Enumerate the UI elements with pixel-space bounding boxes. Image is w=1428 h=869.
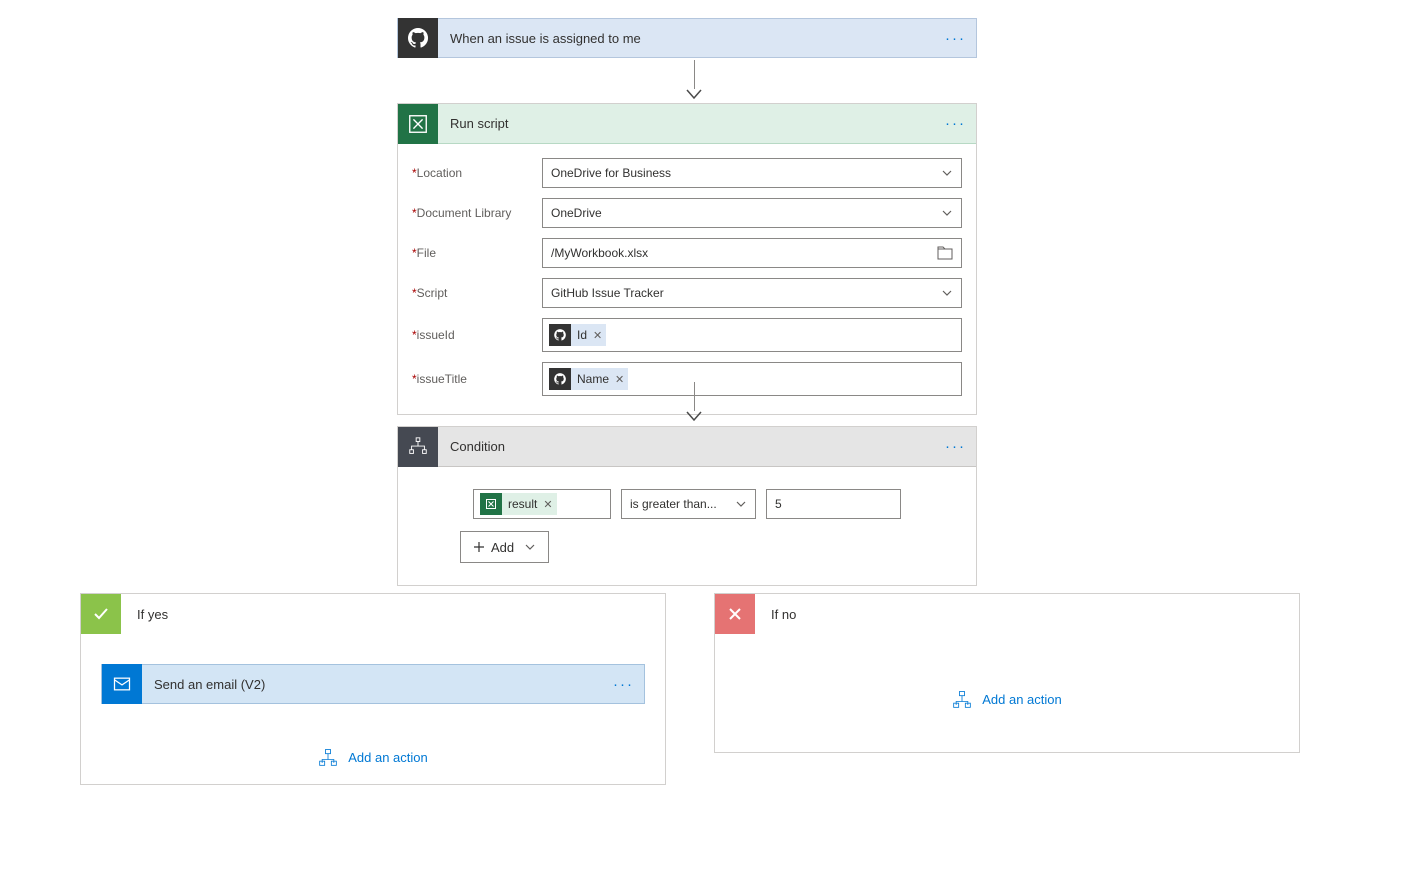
run-script-menu-button[interactable]: ··· [945,115,966,132]
run-script-card: Run script ··· *Location OneDrive for Bu… [397,103,977,415]
file-input[interactable]: /MyWorkbook.xlsx [542,238,962,268]
no-branch-header: If no [715,594,1299,634]
add-condition-button[interactable]: Add [460,531,549,563]
issueid-label: *issueId [412,328,542,342]
location-label: *Location [412,166,542,180]
condition-title: Condition [450,439,945,454]
check-icon [81,594,121,634]
yes-add-action-button[interactable]: Add an action [101,748,645,766]
github-token-icon [549,324,571,346]
cross-icon [715,594,755,634]
token-remove-icon[interactable]: ✕ [593,329,602,342]
issuetitle-label: *issueTitle [412,372,542,386]
run-script-title: Run script [450,116,945,131]
condition-icon [398,427,438,467]
github-icon [398,18,438,58]
doclib-dropdown[interactable]: OneDrive [542,198,962,228]
chevron-down-icon [941,287,953,299]
send-email-menu-button[interactable]: ··· [613,676,634,693]
outlook-icon [102,664,142,704]
excel-icon [398,104,438,144]
condition-card: Condition ··· result ✕ is greater than..… [397,426,977,586]
token-remove-icon[interactable]: ✕ [615,373,624,386]
chevron-down-icon [524,541,536,553]
token-remove-icon[interactable]: ✕ [543,498,552,511]
condition-operator-dropdown[interactable]: is greater than... [621,489,756,519]
add-action-icon [318,748,338,766]
trigger-card-header[interactable]: When an issue is assigned to me ··· [397,18,977,58]
send-email-title: Send an email (V2) [154,677,613,692]
folder-icon[interactable] [937,246,953,260]
trigger-title: When an issue is assigned to me [450,31,945,46]
script-dropdown[interactable]: GitHub Issue Tracker [542,278,962,308]
flow-arrow-icon [686,382,702,423]
location-dropdown[interactable]: OneDrive for Business [542,158,962,188]
yes-title: If yes [137,607,168,622]
doclib-label: *Document Library [412,206,542,220]
plus-icon [473,541,485,553]
yes-branch-header: If yes [81,594,665,634]
no-branch: If no Add an action [714,593,1300,785]
yes-branch: If yes Send an email (V2) ··· Add an act… [80,593,666,785]
send-email-action-header[interactable]: Send an email (V2) ··· [101,664,645,704]
condition-value-input[interactable]: 5 [766,489,901,519]
issueid-token[interactable]: Id ✕ [549,324,606,346]
no-title: If no [771,607,796,622]
issueid-input[interactable]: Id ✕ [542,318,962,352]
issuetitle-input[interactable]: Name ✕ [542,362,962,396]
chevron-down-icon [941,207,953,219]
condition-header[interactable]: Condition ··· [398,427,976,467]
github-token-icon [549,368,571,390]
condition-left-input[interactable]: result ✕ [473,489,611,519]
run-script-header[interactable]: Run script ··· [398,104,976,144]
script-label: *Script [412,286,542,300]
chevron-down-icon [735,498,747,510]
chevron-down-icon [941,167,953,179]
trigger-menu-button[interactable]: ··· [945,30,966,47]
file-label: *File [412,246,542,260]
issuetitle-token[interactable]: Name ✕ [549,368,628,390]
result-token[interactable]: result ✕ [480,493,557,515]
add-action-icon [952,690,972,708]
condition-menu-button[interactable]: ··· [945,438,966,455]
flow-arrow-icon [686,60,702,101]
no-add-action-button[interactable]: Add an action [952,690,1062,708]
excel-token-icon [480,493,502,515]
